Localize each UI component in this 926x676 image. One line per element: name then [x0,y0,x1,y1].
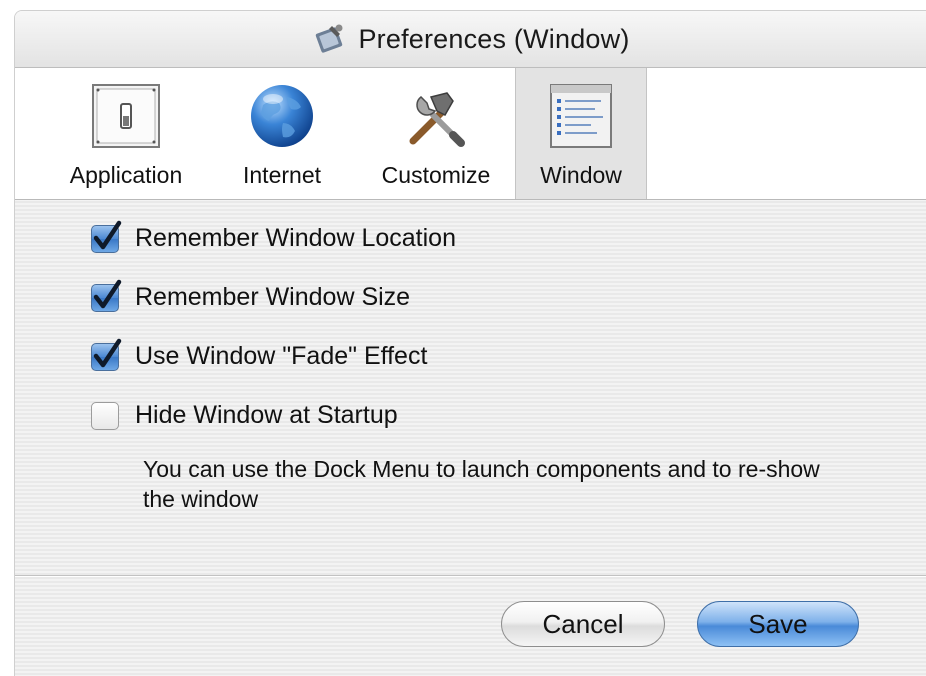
tools-icon [400,80,472,152]
globe-icon [246,80,318,152]
tab-window[interactable]: Window [515,68,647,199]
checkmark-icon [93,338,122,367]
checkmark-icon [93,220,122,249]
title-bar[interactable]: Preferences (Window) [15,11,926,68]
window-list-icon [545,80,617,152]
cancel-button[interactable]: Cancel [501,601,665,647]
tab-customize[interactable]: Customize [363,68,509,199]
window-title: Preferences (Window) [358,23,630,54]
tab-customize-label: Customize [381,162,491,188]
save-button[interactable]: Save [697,601,859,647]
tab-application[interactable]: Application [53,68,199,199]
option-label: Use Window "Fade" Effect [135,342,428,370]
tab-internet[interactable]: Internet [221,68,343,199]
tab-window-label: Window [540,162,622,188]
preferences-toolbar: Application Internet Customize Window [15,68,926,200]
option-fade-effect[interactable]: Use Window "Fade" Effect [91,338,428,371]
checkbox-remember-size[interactable] [91,279,122,312]
options-panel: Remember Window Location Remember Window… [15,200,926,585]
preferences-window: Preferences (Window) Application Interne… [14,10,926,676]
title-wrap: Preferences (Window) [15,11,926,67]
option-remember-location[interactable]: Remember Window Location [91,220,456,253]
checkmark-icon [93,279,122,308]
help-text: You can use the Dock Menu to launch comp… [143,456,820,512]
divider [15,575,926,576]
option-remember-size[interactable]: Remember Window Size [91,279,411,312]
option-hide-at-startup[interactable]: Hide Window at Startup [91,401,398,430]
application-switch-icon [90,80,162,152]
checkbox-remember-location[interactable] [91,220,122,253]
checkbox-fade-effect[interactable] [91,338,122,371]
option-label: Hide Window at Startup [135,401,398,429]
tab-internet-label: Internet [243,162,321,188]
checkbox-hide-at-startup[interactable] [91,401,119,430]
tab-application-label: Application [69,162,183,188]
preferences-wrench-icon [312,22,346,56]
option-label: Remember Window Location [135,224,456,252]
option-label: Remember Window Size [135,283,411,311]
